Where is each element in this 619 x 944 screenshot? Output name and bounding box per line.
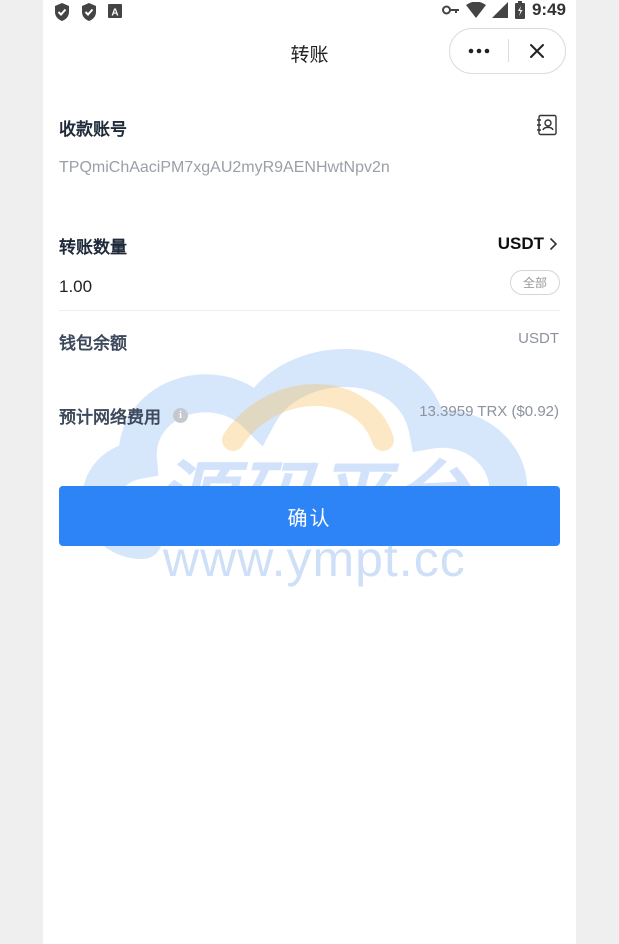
fee-label: 预计网络费用 — [59, 408, 161, 428]
phone-screen: A 9:49 转账 收款账号 TPQmiChAaciPM7xgAU2myR9AE… — [43, 0, 576, 944]
all-amount-button[interactable]: 全部 — [510, 270, 560, 295]
info-icon[interactable]: i — [173, 408, 188, 423]
recipient-address-input[interactable]: TPQmiChAaciPM7xgAU2myR9AENHwtNpv2n — [59, 159, 390, 177]
status-right-icons: 9:49 — [441, 0, 566, 20]
battery-icon — [514, 1, 525, 19]
token-symbol: USDT — [497, 234, 544, 253]
recipient-label: 收款账号 — [59, 120, 127, 140]
more-dots-icon — [468, 48, 490, 53]
fee-value: 13.3959 TRX ($0.92) — [419, 403, 559, 420]
shield-icon — [55, 3, 69, 21]
wifi-icon — [465, 2, 486, 18]
balance-label: 钱包余额 — [59, 334, 127, 354]
app-a-icon: A — [108, 4, 122, 19]
watermark-cloud: 源码平台 — [83, 349, 528, 559]
key-icon — [441, 5, 459, 15]
status-left-icons: A — [53, 2, 123, 22]
svg-text:A: A — [111, 8, 118, 19]
amount-input[interactable]: 1.00 — [59, 277, 92, 297]
contacts-book-icon[interactable] — [536, 114, 558, 136]
balance-value: USDT — [518, 330, 559, 347]
mini-program-capsule — [449, 28, 566, 74]
confirm-button[interactable]: 确认 — [59, 486, 560, 546]
signal-icon — [491, 2, 508, 18]
more-button[interactable] — [450, 29, 508, 72]
close-button[interactable] — [509, 29, 565, 72]
divider — [59, 310, 560, 311]
chevron-right-icon — [549, 237, 558, 251]
shield-icon — [82, 3, 96, 21]
amount-label: 转账数量 — [59, 238, 127, 258]
status-bar: A 9:49 — [43, 0, 576, 24]
token-selector[interactable]: USDT — [498, 234, 558, 254]
status-time: 9:49 — [531, 0, 566, 19]
nav-bar: 转账 — [43, 24, 576, 80]
close-icon — [530, 43, 544, 58]
